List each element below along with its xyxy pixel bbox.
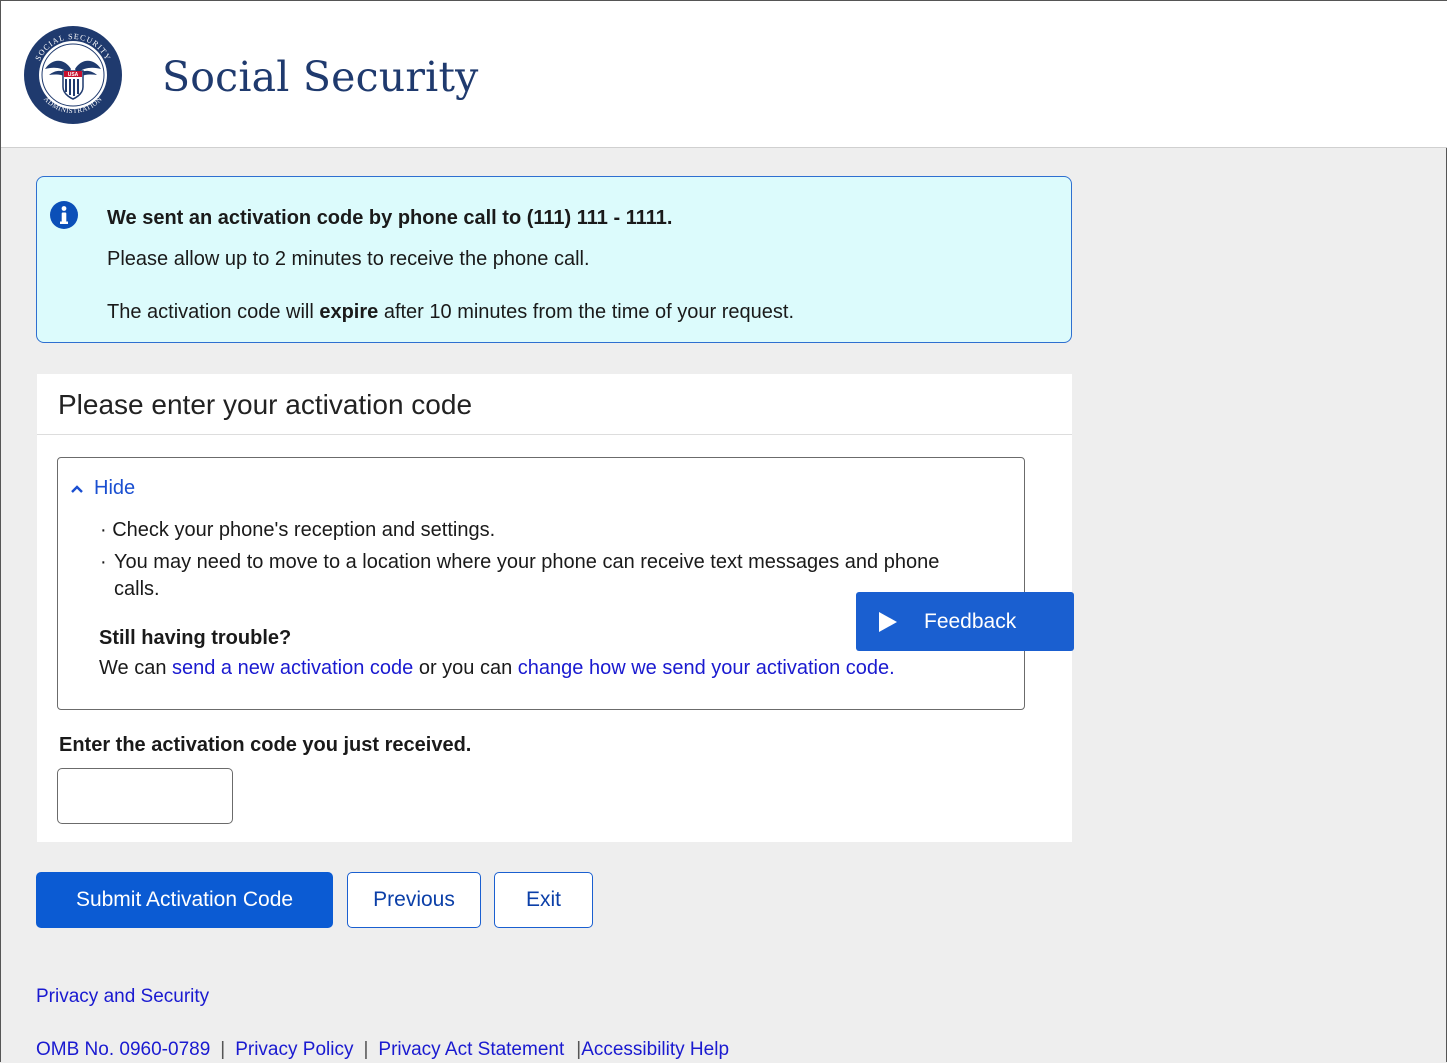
omb-number: OMB No. 0960-0789 [36,1039,211,1060]
alert-title: We sent an activation code by phone call… [107,207,673,229]
privacy-act-link[interactable]: Privacy Act Statement [378,1039,564,1060]
activation-sent-alert: We sent an activation code by phone call… [36,176,1072,343]
footer-separator: | [363,1039,369,1060]
ssa-seal-logo: USA SOCIAL SECURITY ADMINISTRATION [24,26,122,124]
activation-code-label: Enter the activation code you just recei… [59,734,472,756]
hide-label: Hide [94,477,136,499]
bullet-text: Check your phone's reception and setting… [112,519,496,541]
trouble-middle: or you can [413,657,518,679]
change-delivery-link[interactable]: change how we send your activation code [518,657,889,679]
play-icon [879,611,897,632]
troubleshoot-box: Hide · Check your phone's reception and … [57,457,1025,710]
bullet-text: You may need to move to a location where… [114,551,940,600]
privacy-security-link[interactable]: Privacy and Security [36,986,209,1008]
hide-toggle[interactable]: Hide [70,477,135,500]
card-title: Please enter your activation code [58,389,473,420]
chevron-up-icon [71,484,83,493]
card-divider [37,434,1072,435]
exit-button[interactable]: Exit [494,872,593,928]
trouble-heading: Still having trouble? [99,627,292,649]
alert-wait-message: Please allow up to 2 minutes to receive … [107,248,590,270]
send-new-code-link[interactable]: send a new activation code [172,657,413,679]
svg-text:USA: USA [68,72,79,78]
privacy-policy-link[interactable]: Privacy Policy [235,1039,353,1060]
alert-expiry-message: The activation code will expire after 10… [107,301,794,324]
footer-links: OMB No. 0960-0789 | Privacy Policy | Privacy… [36,1039,729,1061]
activation-code-input[interactable] [57,768,233,824]
previous-button[interactable]: Previous [347,872,481,928]
list-item: · Check your phone's reception and setti… [100,519,496,541]
accessibility-help-link[interactable]: Accessibility Help [581,1039,729,1060]
trouble-message: We can send a new activation code or you… [99,657,895,680]
submit-activation-code-button[interactable]: Submit Activation Code [36,872,333,928]
feedback-button[interactable]: Feedback [856,592,1074,651]
site-header: USA SOCIAL SECURITY ADMINISTRATION Socia… [1,1,1447,148]
footer-separator: | [220,1039,226,1060]
trouble-suffix: . [889,657,895,679]
site-title: Social Security [162,53,479,101]
expiry-suffix: after 10 minutes from the time of your r… [378,301,795,323]
expiry-bold: expire [319,301,379,323]
trouble-prefix: We can [99,657,172,679]
list-item: · You may need to move to a location wher… [100,549,980,603]
feedback-label: Feedback [924,609,1017,633]
info-icon [50,201,78,229]
expiry-prefix: The activation code will [107,301,320,323]
